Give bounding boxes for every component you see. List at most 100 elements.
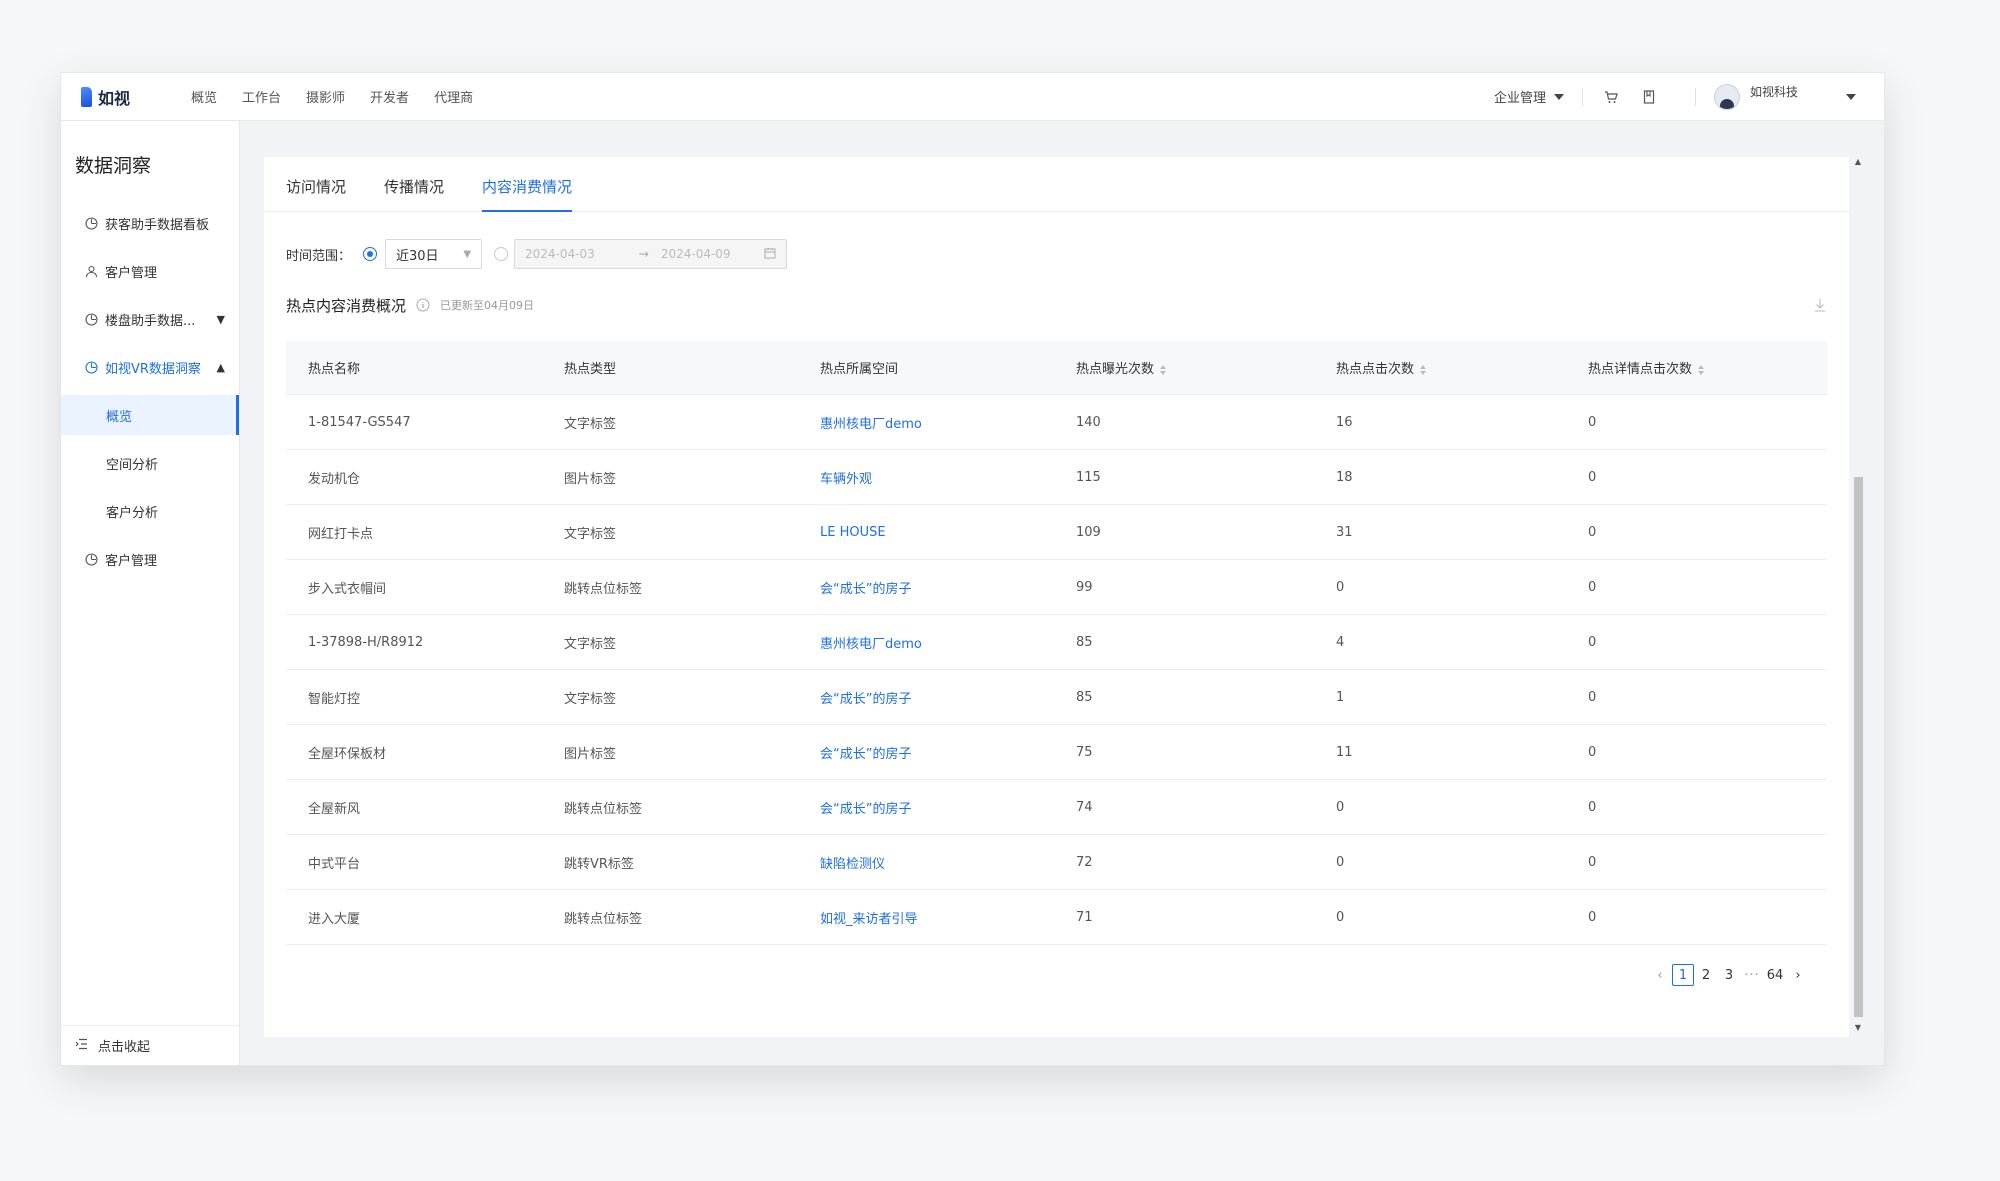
preset-select[interactable]: 近30日 ▼ (385, 239, 483, 269)
header-label: 热点点击次数 (1336, 362, 1415, 377)
cell-space-link[interactable]: 会“成长”的房子 (798, 798, 1054, 817)
nav-item-overview[interactable]: 概览 (191, 87, 217, 106)
tab-visits[interactable]: 访问情况 (286, 176, 346, 211)
caret-down-icon (1553, 93, 1564, 100)
next-page-button[interactable]: › (1787, 964, 1809, 986)
user-icon (83, 263, 99, 279)
cell-space-link[interactable]: 缺陷检测仪 (798, 853, 1054, 872)
prev-page-button[interactable]: ‹ (1649, 964, 1671, 986)
sidebar-item-customers-2[interactable]: 客户管理 (61, 535, 239, 583)
sidebar-subitem-customer-analysis[interactable]: 客户分析 (61, 487, 239, 535)
cart-icon (1604, 90, 1618, 103)
divider (1581, 87, 1583, 106)
cell-space-link[interactable]: 车辆外观 (798, 468, 1054, 487)
header-detail-click-count[interactable]: 热点详情点击次数 (1566, 358, 1827, 377)
chart-icon (83, 359, 99, 375)
range-end-input[interactable]: 2024-04-09 (661, 247, 731, 261)
sidebar-title: 数据洞察 (75, 155, 152, 177)
table-row: 全屋环保板材 图片标签 会“成长”的房子 75 11 0 (286, 725, 1827, 780)
date-range-picker[interactable]: 2024-04-03 → 2024-04-09 (514, 239, 788, 269)
tab-spread[interactable]: 传播情况 (384, 176, 444, 211)
cell-name: 全屋环保板材 (308, 746, 387, 762)
custom-range-radio[interactable] (494, 247, 509, 261)
top-right-area: 企业管理 如视科技 (1494, 73, 1884, 121)
page-2-button[interactable]: 2 (1695, 964, 1717, 986)
table-row: 步入式衣帽间 跳转点位标签 会“成长”的房子 99 0 0 (286, 560, 1827, 615)
cart-button[interactable] (1601, 87, 1621, 107)
avatar (1713, 83, 1740, 110)
table-row: 全屋新风 跳转点位标签 会“成长”的房子 74 0 0 (286, 780, 1827, 835)
nav-item-workbench[interactable]: 工作台 (242, 87, 281, 106)
logo[interactable]: 如视 (81, 85, 171, 109)
cell-space-link[interactable]: 惠州核电厂demo (798, 633, 1054, 652)
main-content: 访问情况 传播情况 内容消费情况 时间范围： 近30日 ▼ 2024-04-03… (264, 157, 1849, 1037)
tab-content-consumption[interactable]: 内容消费情况 (482, 176, 573, 212)
table-header: 热点名称 热点类型 热点所属空间 热点曝光次数 热点点击次数 热点详情点击次数 (286, 341, 1827, 395)
cell-detail-clicks: 0 (1588, 799, 1597, 815)
cell-clicks: 0 (1336, 909, 1345, 925)
pagination: ‹ 1 2 3 ··· 64 › (1648, 964, 1809, 986)
cell-exposure: 85 (1076, 689, 1093, 705)
cell-type: 跳转点位标签 (564, 911, 643, 927)
user-menu[interactable]: 如视科技 (1713, 83, 1856, 110)
more-pages-button[interactable]: ··· (1741, 964, 1763, 986)
sidebar-item-property-data[interactable]: 楼盘助手数据... ▼ (61, 295, 239, 343)
updated-note: 已更新至04月09日 (440, 299, 535, 312)
sidebar-item-vr-insight[interactable]: 如视VR数据洞察 ▲ (61, 343, 239, 391)
cell-type: 文字标签 (564, 526, 617, 542)
sidebar-item-label: 楼盘助手数据... (105, 313, 196, 329)
cell-clicks: 31 (1336, 524, 1353, 540)
header-label: 热点曝光次数 (1076, 362, 1155, 377)
cell-space-link[interactable]: 惠州核电厂demo (798, 413, 1054, 432)
page-last-button[interactable]: 64 (1764, 964, 1786, 986)
content-scrollbar[interactable]: ▲ ▼ (1852, 157, 1864, 1037)
cell-detail-clicks: 0 (1588, 909, 1597, 925)
cell-clicks: 11 (1336, 744, 1353, 760)
hotspot-table: 热点名称 热点类型 热点所属空间 热点曝光次数 热点点击次数 热点详情点击次数 … (286, 341, 1827, 945)
arrow-right-icon: → (638, 247, 649, 261)
table-row: 网红打卡点 文字标签 LE HOUSE 109 31 0 (286, 505, 1827, 560)
scroll-up-icon[interactable]: ▲ (1852, 157, 1864, 171)
scroll-down-icon[interactable]: ▼ (1852, 1023, 1864, 1037)
cell-detail-clicks: 0 (1588, 634, 1597, 650)
sidebar-subitem-overview[interactable]: 概览 (61, 395, 239, 435)
cell-exposure: 75 (1076, 744, 1093, 760)
sidebar-subitem-space-analysis[interactable]: 空间分析 (61, 439, 239, 487)
sidebar-collapse-label: 点击收起 (98, 1040, 151, 1055)
cell-name: 进入大厦 (308, 911, 361, 927)
top-nav-bar: 如视 概览 工作台 摄影师 开发者 代理商 企业管理 如视科技 (61, 73, 1884, 121)
cell-clicks: 0 (1336, 579, 1345, 595)
document-button[interactable] (1639, 87, 1659, 107)
cell-space-link[interactable]: 会“成长”的房子 (798, 743, 1054, 762)
chart-icon (83, 311, 99, 327)
page-3-button[interactable]: 3 (1718, 964, 1740, 986)
cell-exposure: 109 (1076, 524, 1101, 540)
nav-item-developer[interactable]: 开发者 (370, 87, 409, 106)
cell-space-link[interactable]: LE HOUSE (798, 525, 1054, 540)
page-1-button[interactable]: 1 (1672, 964, 1694, 986)
cell-type: 文字标签 (564, 691, 617, 707)
cell-space-link[interactable]: 如视_来访者引导 (798, 908, 1054, 927)
download-icon[interactable] (1813, 297, 1827, 313)
header-click-count[interactable]: 热点点击次数 (1314, 358, 1566, 377)
sidebar-item-customers[interactable]: 客户管理 (61, 247, 239, 295)
cell-clicks: 16 (1336, 414, 1353, 430)
enterprise-menu[interactable]: 企业管理 (1494, 87, 1564, 106)
header-exposure-count[interactable]: 热点曝光次数 (1054, 358, 1314, 377)
cell-name: 网红打卡点 (308, 526, 374, 542)
sidebar-item-lead-dashboard[interactable]: 获客助手数据看板 (61, 199, 239, 247)
nav-item-agent[interactable]: 代理商 (434, 87, 473, 106)
cell-space-link[interactable]: 会“成长”的房子 (798, 688, 1054, 707)
sidebar: 数据洞察 获客助手数据看板 客户管理 楼盘助手数据... ▼ 如视VR数据洞察 … (61, 121, 240, 1065)
range-start-input[interactable]: 2024-04-03 (525, 247, 595, 261)
info-icon[interactable] (416, 298, 430, 312)
sort-icon (1698, 364, 1705, 375)
chart-icon (83, 551, 99, 567)
nav-item-photographer[interactable]: 摄影师 (306, 87, 345, 106)
cell-name: 中式平台 (308, 856, 361, 872)
sidebar-collapse-button[interactable]: 点击收起 (61, 1025, 239, 1065)
cell-space-link[interactable]: 会“成长”的房子 (798, 578, 1054, 597)
scrollbar-thumb[interactable] (1854, 477, 1863, 1017)
preset-radio[interactable] (363, 247, 378, 261)
cell-exposure: 72 (1076, 854, 1093, 870)
